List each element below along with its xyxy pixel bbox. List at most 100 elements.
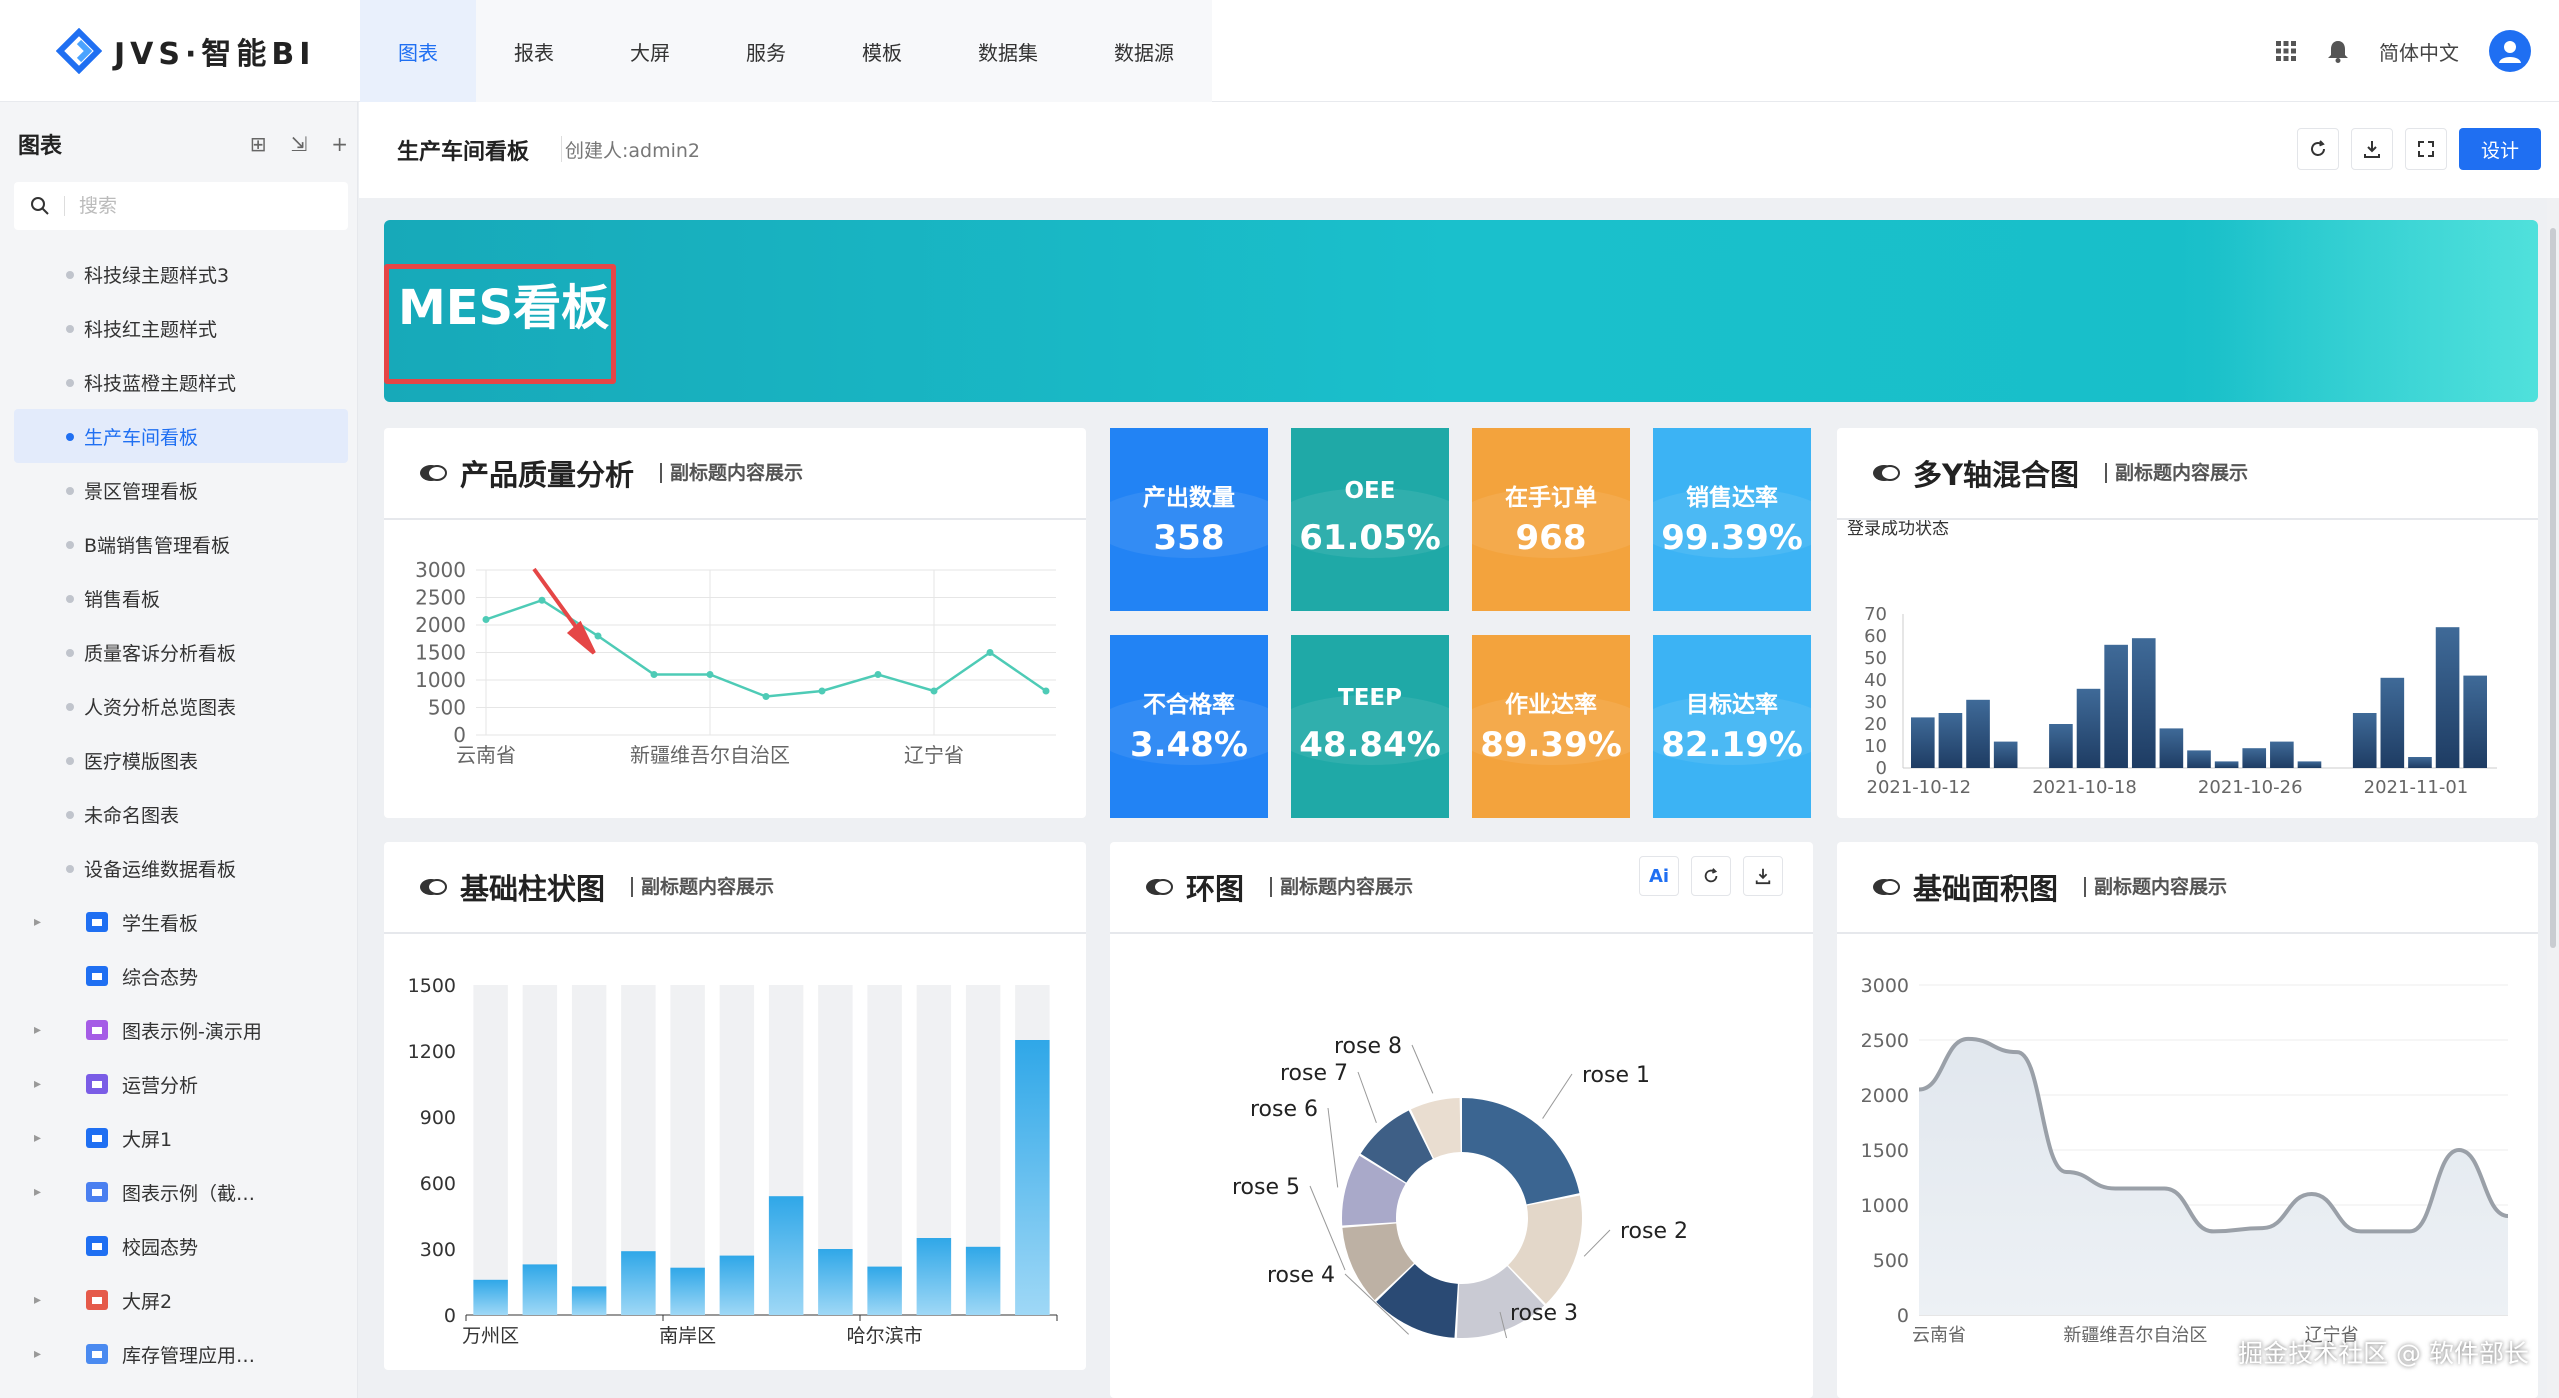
sidebar-item[interactable]: 景区管理看板 <box>14 463 348 517</box>
sidebar-item[interactable]: 科技蓝橙主题样式 <box>14 355 348 409</box>
x-tick-label: 2021-10-12 <box>1867 777 1972 798</box>
sidebar-item[interactable]: 销售看板 <box>14 571 348 625</box>
card-download-button[interactable] <box>1743 856 1783 896</box>
sidebar-folder[interactable]: ▸ 学生看板 <box>14 895 348 949</box>
sidebar: 图表 ⊞ ⇲ + 科技绿主题样式3 科技红主题样式科技蓝橙主题样式生产车间看板景区… <box>0 102 358 1398</box>
label-line <box>1411 1044 1434 1094</box>
dashboard-creator: 创建人:admin2 <box>565 140 701 162</box>
label-line <box>1357 1071 1377 1124</box>
kpi-label: 销售达率 <box>1686 485 1778 511</box>
y-tick-label: 900 <box>420 1107 456 1129</box>
sidebar-item[interactable]: 设备运维数据看板 <box>14 841 348 895</box>
caret-right-icon[interactable]: ▸ <box>34 1346 62 1362</box>
quality-line-chart: 300025002000150010005000云南省 新疆维吾尔自治区 辽宁省 <box>415 558 1056 767</box>
y-tick-label: 60 <box>1864 626 1887 647</box>
bar-background <box>571 985 607 1315</box>
x-tick-label: 云南省 <box>456 743 516 767</box>
export-icon[interactable]: ⇲ <box>290 132 307 156</box>
download-icon <box>1755 868 1771 885</box>
add-icon[interactable]: + <box>331 132 348 156</box>
apps-grid-icon[interactable] <box>2275 40 2297 62</box>
x-tick-label: 云南省 <box>1912 1325 1966 1346</box>
bell-icon[interactable] <box>2327 39 2349 63</box>
user-icon <box>2499 41 2521 63</box>
sidebar-item[interactable]: 生产车间看板 <box>14 409 348 463</box>
fullscreen-button[interactable] <box>2404 128 2447 170</box>
red-arrow <box>532 567 596 655</box>
caret-right-icon[interactable]: ▸ <box>34 1130 62 1146</box>
sidebar-item[interactable]: 人资分析总览图表 <box>14 679 348 733</box>
nav-datasets[interactable]: 数据集 <box>940 0 1076 102</box>
sidebar-folder[interactable]: ▸ 库存管理应用… <box>14 1327 348 1381</box>
nav-big-screen[interactable]: 大屏 <box>592 0 708 102</box>
user-avatar[interactable] <box>2489 30 2531 72</box>
sidebar-folder[interactable]: ▸ 运营分析 <box>14 1057 348 1111</box>
data-point <box>538 596 546 604</box>
sidebar-item[interactable]: 质量客诉分析看板 <box>14 625 348 679</box>
card-title: 环图 <box>1186 872 1245 906</box>
dashboard-title: 生产车间看板 <box>397 140 530 165</box>
nav-templates[interactable]: 模板 <box>824 0 940 102</box>
nav-reports[interactable]: 报表 <box>476 0 592 102</box>
download-button[interactable] <box>2350 128 2393 170</box>
nav-datasources[interactable]: 数据源 <box>1076 0 1212 102</box>
card-refresh-button[interactable] <box>1691 856 1731 896</box>
caret-right-icon[interactable]: ▸ <box>34 1292 62 1308</box>
bar-card: 基础柱状图 副标题内容展示 1500 1200 900 600 300 0 万州区 南岸区 哈尔滨… <box>384 842 1086 1370</box>
y-tick-label: 2500 <box>1861 1030 1909 1052</box>
search-input[interactable] <box>79 195 319 217</box>
bar <box>2104 644 2128 768</box>
data-point <box>706 671 714 678</box>
design-button[interactable]: 设计 <box>2458 128 2541 170</box>
kpi-label: 作业达率 <box>1505 692 1597 718</box>
refresh-button[interactable] <box>2296 128 2339 170</box>
y-tick-label: 3000 <box>415 558 466 582</box>
caret-right-icon[interactable]: ▸ <box>34 1184 62 1200</box>
sidebar-folder[interactable]: ▸ 大屏2 <box>14 1273 348 1327</box>
slice-label: rose 3 <box>1510 1301 1578 1326</box>
caret-right-icon[interactable]: ▸ <box>34 914 62 930</box>
app-logo[interactable]: JVS·智能BI <box>56 28 315 74</box>
sidebar-item[interactable]: 科技绿主题样式3 <box>14 247 348 301</box>
area-card: 基础面积图 副标题内容展示 3000 2500 2000 1500 1000 500 0 云南省… <box>1837 842 2538 1398</box>
ring-card: 环图 副标题内容展示 Ai rose 1 rose 2 rose 3 rose 4 ros… <box>1110 842 1813 1398</box>
sidebar-folder-label: 运营分析 <box>122 1074 199 1097</box>
sidebar-folder-label: 图表示例-演示用 <box>122 1020 262 1043</box>
x-tick-label: 南岸区 <box>659 1325 716 1347</box>
slice-label: rose 1 <box>1582 1063 1650 1088</box>
bar <box>2380 677 2405 768</box>
y-tick-label: 1000 <box>415 668 466 692</box>
language-switch[interactable]: 简体中文 <box>2379 37 2459 66</box>
y-tick-label: 1500 <box>1861 1140 1909 1162</box>
sidebar-folder[interactable]: 综合态势 <box>14 949 348 1003</box>
nav-services[interactable]: 服务 <box>708 0 824 102</box>
sidebar-folder-label: 图表示例（截… <box>122 1182 256 1205</box>
slice-label: rose 5 <box>1232 1175 1300 1200</box>
data-point <box>594 632 602 640</box>
sidebar-item-label: B端销售管理看板 <box>84 534 231 557</box>
sidebar-folder[interactable]: 校园态势 <box>14 1219 348 1273</box>
kpi-label: 在手订单 <box>1505 485 1597 511</box>
caret-right-icon[interactable]: ▸ <box>34 1022 62 1038</box>
y-tick-label: 600 <box>420 1173 456 1195</box>
y-tick-label: 2500 <box>415 586 466 610</box>
sidebar-item-label: 设备运维数据看板 <box>84 858 237 881</box>
nav-charts[interactable]: 图表 <box>360 0 476 102</box>
table-view-icon[interactable]: ⊞ <box>250 132 267 156</box>
eye-icon <box>1873 465 1900 481</box>
label-line <box>1542 1073 1573 1119</box>
card-title: 产品质量分析 <box>460 458 635 492</box>
sidebar-item[interactable]: 医疗模版图表 <box>14 733 348 787</box>
main-nav: 图表 报表 大屏 服务 模板 数据集 数据源 <box>360 0 1212 102</box>
sidebar-item[interactable]: 科技红主题样式 <box>14 301 348 355</box>
sidebar-item[interactable]: B端销售管理看板 <box>14 517 348 571</box>
caret-right-icon[interactable]: ▸ <box>34 1076 62 1092</box>
sidebar-folder[interactable]: ▸ 图表示例（截… <box>14 1165 348 1219</box>
sidebar-folder[interactable]: ▸ 图表示例-演示用 <box>14 1003 348 1057</box>
card-subtitle: 副标题内容展示 <box>1270 877 1413 897</box>
ai-button[interactable]: Ai <box>1639 856 1679 896</box>
page-scrollbar[interactable] <box>2547 198 2559 1398</box>
sidebar-folder[interactable]: ▸ 大屏1 <box>14 1111 348 1165</box>
sidebar-item[interactable]: 未命名图表 <box>14 787 348 841</box>
kpi-label: 产出数量 <box>1143 485 1235 511</box>
